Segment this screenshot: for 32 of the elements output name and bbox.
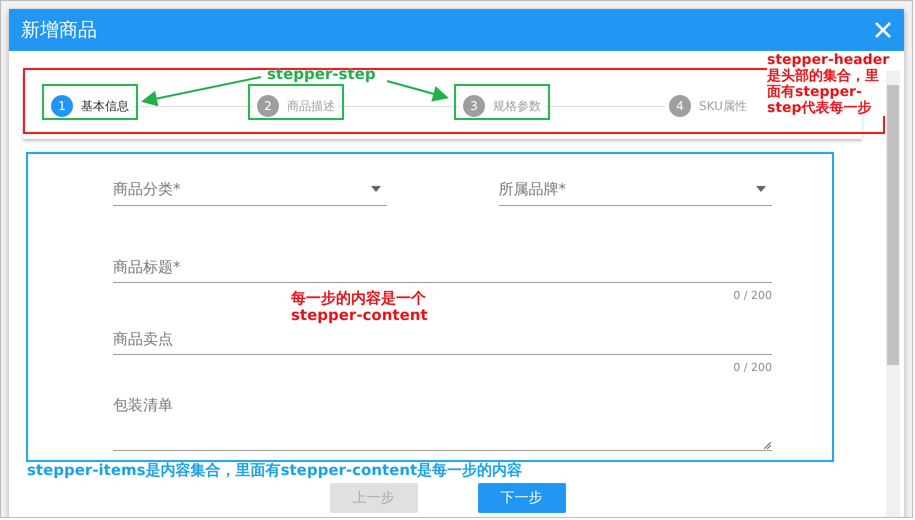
step-label: 商品描述 — [287, 98, 335, 114]
stepper-step[interactable]: 1 基本信息 — [47, 89, 133, 123]
caret-icon — [370, 186, 380, 192]
scrollbar[interactable] — [886, 71, 900, 517]
annotation-arrow — [386, 80, 449, 102]
character-counter: 0 / 200 — [733, 361, 772, 374]
stepper-step[interactable]: 3 规格参数 — [459, 89, 545, 123]
step-label: 规格参数 — [493, 98, 541, 114]
stepper-step[interactable]: 2 商品描述 — [253, 89, 339, 123]
annotation-text: stepper-items是内容集合，里面有stepper-content是每一步的内容 — [27, 462, 522, 480]
caret-icon — [756, 186, 766, 192]
dialog-title: 新增商品 — [21, 18, 97, 43]
step-label: 基本信息 — [81, 98, 129, 114]
step-number: 4 — [669, 95, 691, 117]
annotation-text: 每一步的内容是一个stepper-content — [291, 290, 429, 324]
annotation-text: stepper-header是头部的集合，里面有stepper-step代表每一步 — [767, 52, 891, 116]
resize-grip-icon — [763, 441, 771, 449]
step-number: 2 — [257, 95, 279, 117]
step-number: 3 — [463, 95, 485, 117]
select-field[interactable]: 所属品牌* — [498, 173, 772, 206]
scrollbar-thumb[interactable] — [887, 85, 899, 365]
close-icon[interactable] — [874, 21, 892, 39]
step-number: 1 — [51, 95, 73, 117]
stepper-step[interactable]: 4 SKU属性 — [665, 89, 751, 123]
text-area[interactable]: 包装清单 — [113, 396, 772, 451]
character-counter: 0 / 200 — [733, 289, 772, 302]
step-label: SKU属性 — [699, 98, 747, 114]
step-button[interactable]: 下一步 — [478, 483, 566, 513]
text-field[interactable]: 商品卖点 — [113, 324, 772, 355]
annotation-text: stepper-step — [267, 66, 376, 84]
select-field[interactable]: 商品分类* — [113, 173, 386, 206]
text-field[interactable]: 商品标题* — [113, 252, 772, 283]
